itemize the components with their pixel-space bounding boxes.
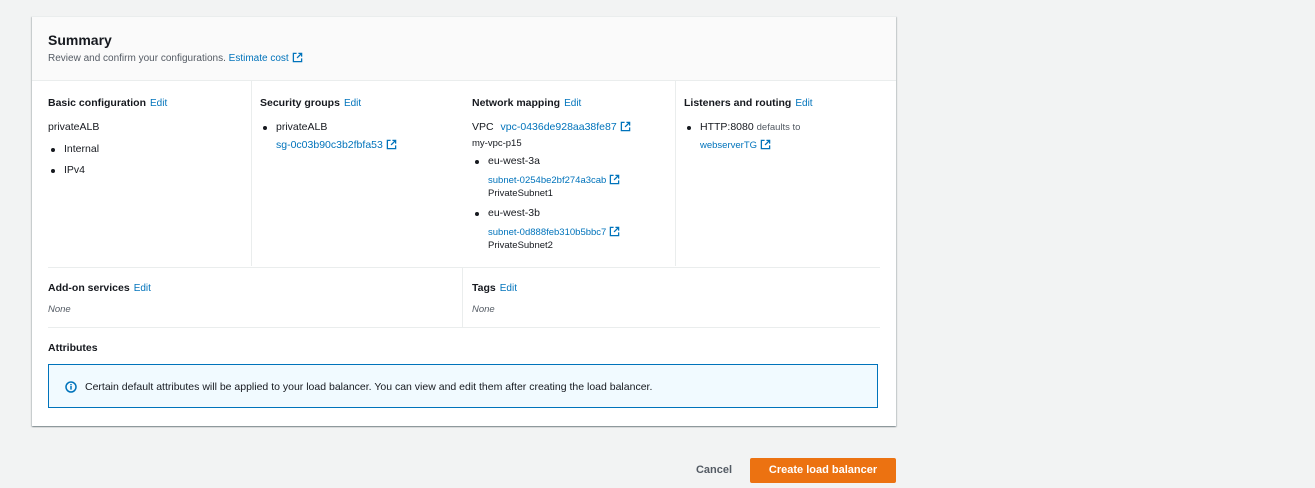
vpc-label: VPC xyxy=(472,121,494,133)
external-link-icon xyxy=(610,174,620,185)
security-groups-section: Security groups Edit privateALB sg-0c03b9… xyxy=(251,81,463,266)
listeners-edit-link[interactable]: Edit xyxy=(795,98,812,109)
summary-description-text: Review and confirm your configurations. xyxy=(48,53,226,64)
network-mapping-heading: Network mapping Edit xyxy=(472,97,581,109)
load-balancer-name: privateALB xyxy=(48,121,100,133)
external-link-icon xyxy=(386,139,397,150)
ip-type-item: IPv4 xyxy=(50,164,86,176)
create-load-balancer-button[interactable]: Create load balancer xyxy=(750,458,896,483)
attributes-info-text: Certain default attributes will be appli… xyxy=(85,381,653,393)
tags-title: Tags xyxy=(472,282,496,294)
basic-configuration-title: Basic configuration xyxy=(48,97,147,109)
summary-title: Summary xyxy=(48,32,112,48)
subnet-id-link[interactable]: subnet-0d888feb310b5bbc7 xyxy=(488,226,620,238)
external-link-icon xyxy=(620,121,630,132)
external-link-icon xyxy=(292,52,302,63)
security-groups-title: Security groups xyxy=(260,97,340,109)
section-divider xyxy=(48,327,880,328)
attributes-title: Attributes xyxy=(48,342,98,354)
addon-services-edit-link[interactable]: Edit xyxy=(134,283,151,294)
tags-edit-link[interactable]: Edit xyxy=(500,283,517,294)
network-mapping-edit-link[interactable]: Edit xyxy=(564,98,581,109)
summary-description: Review and confirm your configurations. … xyxy=(48,52,303,64)
security-groups-heading: Security groups Edit xyxy=(260,97,361,109)
basic-configuration-edit-link[interactable]: Edit xyxy=(150,98,167,109)
external-link-icon xyxy=(760,139,771,150)
listeners-heading: Listeners and routing Edit xyxy=(684,97,813,109)
subnet-id: subnet-0254be2bf274a3cab xyxy=(488,175,607,186)
listener-protocol-port: HTTP:8080 xyxy=(700,121,754,133)
target-group-link[interactable]: webserverTG xyxy=(700,139,771,151)
addon-services-title: Add-on services xyxy=(48,282,130,294)
security-group-id: sg-0c03b90c3b2fbfa53 xyxy=(276,139,383,151)
vpc-id-link[interactable]: vpc-0436de928aa38fe87 xyxy=(501,121,631,133)
network-mapping-section: Network mapping Edit VPC vpc-0436de928aa3… xyxy=(472,81,674,266)
estimate-cost-label: Estimate cost xyxy=(228,53,289,64)
external-link-icon xyxy=(610,226,620,237)
basic-configuration-section: Basic configuration Edit privateALB Inter… xyxy=(48,81,250,266)
subnet-id: subnet-0d888feb310b5bbc7 xyxy=(488,227,607,238)
defaults-to-text: defaults to xyxy=(756,122,801,133)
zone-item: eu-west-3b xyxy=(475,207,540,219)
listeners-section: Listeners and routing Edit HTTP:8080 defa… xyxy=(675,81,881,266)
cancel-button[interactable]: Cancel xyxy=(686,458,742,483)
listener-item: HTTP:8080 defaults to xyxy=(686,121,801,133)
security-group-id-link[interactable]: sg-0c03b90c3b2fbfa53 xyxy=(276,139,397,151)
tags-value: None xyxy=(472,304,495,315)
addon-services-heading: Add-on services Edit xyxy=(48,282,151,294)
target-group-name: webserverTG xyxy=(700,140,758,151)
basic-configuration-heading: Basic configuration Edit xyxy=(48,97,167,109)
vpc-id: vpc-0436de928aa38fe87 xyxy=(500,121,617,133)
scheme-item: Internal xyxy=(50,143,100,155)
summary-panel: Summary Review and confirm your configur… xyxy=(32,16,896,426)
section-divider xyxy=(48,267,880,268)
estimate-cost-link[interactable]: Estimate cost xyxy=(228,52,303,64)
vpc-row: VPC vpc-0436de928aa38fe87 xyxy=(472,121,631,133)
subnet-name: PrivateSubnet1 xyxy=(488,188,553,199)
security-group-name: privateALB xyxy=(262,121,328,133)
attributes-info-alert: Certain default attributes will be appli… xyxy=(48,364,878,408)
listeners-title: Listeners and routing xyxy=(684,97,792,109)
info-icon xyxy=(65,381,77,393)
zone-item: eu-west-3a xyxy=(475,155,540,167)
summary-header: Summary Review and confirm your configur… xyxy=(32,17,896,81)
column-divider xyxy=(462,268,463,327)
subnet-id-link[interactable]: subnet-0254be2bf274a3cab xyxy=(488,174,620,186)
subnet-name: PrivateSubnet2 xyxy=(488,240,553,251)
tags-heading: Tags Edit xyxy=(472,282,517,294)
security-groups-edit-link[interactable]: Edit xyxy=(344,98,361,109)
vpc-name: my-vpc-p15 xyxy=(472,138,522,149)
addon-services-value: None xyxy=(48,304,71,315)
network-mapping-title: Network mapping xyxy=(472,97,561,109)
